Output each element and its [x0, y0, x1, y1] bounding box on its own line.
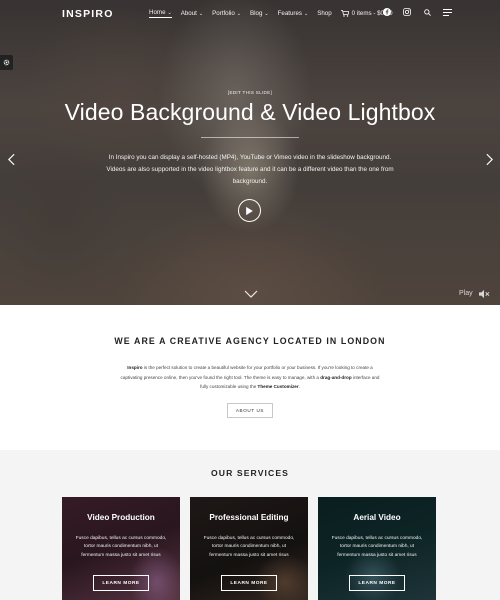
video-lightbox-play-button[interactable] — [238, 199, 261, 222]
service-card-professional-editing[interactable]: Professional Editing Fusce dapibus, tell… — [190, 497, 308, 600]
service-card-title: Professional Editing — [209, 513, 289, 522]
service-card-text: Fusce dapibus, tellus ac cursus commodo,… — [331, 536, 423, 558]
nav-item-label: Blog — [250, 10, 263, 17]
nav-item-label: Home — [149, 9, 166, 16]
video-play-toggle[interactable]: Play — [459, 290, 473, 297]
edit-slide-link[interactable]: [EDIT THIS SLIDE] — [0, 90, 500, 95]
nav-item-label: About — [180, 10, 197, 17]
hero-title: Video Background & Video Lightbox — [64, 99, 436, 125]
chevron-down-icon: ⌄ — [167, 9, 172, 16]
style-switcher-toggle[interactable] — [0, 55, 13, 70]
nav-item-blog[interactable]: Blog ⌄ — [250, 10, 269, 17]
gear-icon — [3, 59, 10, 66]
chevron-down-icon: ⌄ — [198, 10, 204, 17]
instagram-icon[interactable] — [402, 7, 412, 17]
about-text-part: . — [298, 384, 300, 389]
menu-icon[interactable] — [442, 7, 452, 17]
learn-more-button[interactable]: LEARN MORE — [349, 575, 405, 591]
service-card-aerial-video[interactable]: Aerial Video Fusce dapibus, tellus ac cu… — [318, 497, 436, 600]
slider-prev-arrow[interactable] — [6, 151, 16, 167]
about-heading: WE ARE A CREATIVE AGENCY LOCATED IN LOND… — [114, 336, 386, 346]
nav-item-portfolio[interactable]: Portfolio ⌄ — [212, 10, 241, 17]
service-card-title: Video Production — [87, 513, 155, 522]
main-menu: Home ⌄ About ⌄ Portfolio ⌄ Blog ⌄ Featur… — [149, 9, 393, 18]
about-section: WE ARE A CREATIVE AGENCY LOCATED IN LOND… — [0, 305, 500, 450]
chevron-down-icon: ⌄ — [236, 10, 241, 17]
volume-mute-icon[interactable] — [478, 289, 490, 299]
search-icon[interactable] — [422, 7, 432, 17]
services-section: OUR SERVICES Video Production Fusce dapi… — [0, 450, 500, 600]
site-logo[interactable]: INSPIRO — [62, 8, 114, 20]
scroll-down-chevron-icon[interactable] — [244, 290, 258, 298]
play-icon — [246, 206, 253, 215]
learn-more-button[interactable]: LEARN MORE — [221, 575, 277, 591]
nav-item-label: Shop — [317, 10, 332, 17]
nav-item-home[interactable]: Home ⌄ — [149, 9, 172, 18]
hero-divider — [201, 137, 299, 138]
about-brand-name: Inspiro — [127, 365, 143, 370]
nav-item-about[interactable]: About ⌄ — [181, 10, 203, 17]
facebook-icon[interactable] — [382, 7, 392, 17]
nav-item-label: Portfolio — [212, 10, 235, 17]
chevron-right-icon — [485, 153, 493, 165]
slider-next-arrow[interactable] — [484, 151, 494, 167]
services-heading: OUR SERVICES — [211, 468, 289, 478]
learn-more-button[interactable]: LEARN MORE — [93, 575, 149, 591]
service-card-text: Fusce dapibus, tellus ac cursus commodo,… — [75, 536, 167, 558]
about-dnd-emphasis: drag-and-drop — [320, 374, 352, 380]
about-text: Inspiro is the perfect solution to creat… — [118, 363, 382, 392]
cart-icon — [340, 10, 349, 17]
about-us-button[interactable]: ABOUT US — [227, 403, 273, 418]
hero-slider: INSPIRO Home ⌄ About ⌄ Portfolio ⌄ Blog … — [0, 0, 500, 305]
service-card-video-production[interactable]: Video Production Fusce dapibus, tellus a… — [62, 497, 180, 600]
hero-description: In Inspiro you can display a self-hosted… — [106, 154, 394, 185]
about-customizer-emphasis: Theme Customizer — [257, 384, 299, 389]
chevron-left-icon — [7, 153, 15, 165]
nav-item-shop[interactable]: Shop — [317, 10, 331, 17]
service-card-title: Aerial Video — [353, 513, 401, 522]
header-icons — [382, 7, 452, 17]
nav-item-features[interactable]: Features ⌄ — [278, 10, 309, 17]
nav-item-label: Features — [277, 10, 303, 17]
service-card-text: Fusce dapibus, tellus ac cursus commodo,… — [203, 536, 295, 558]
chevron-down-icon: ⌄ — [304, 10, 309, 17]
top-navbar: INSPIRO Home ⌄ About ⌄ Portfolio ⌄ Blog … — [0, 0, 500, 28]
chevron-down-icon: ⌄ — [264, 10, 269, 17]
